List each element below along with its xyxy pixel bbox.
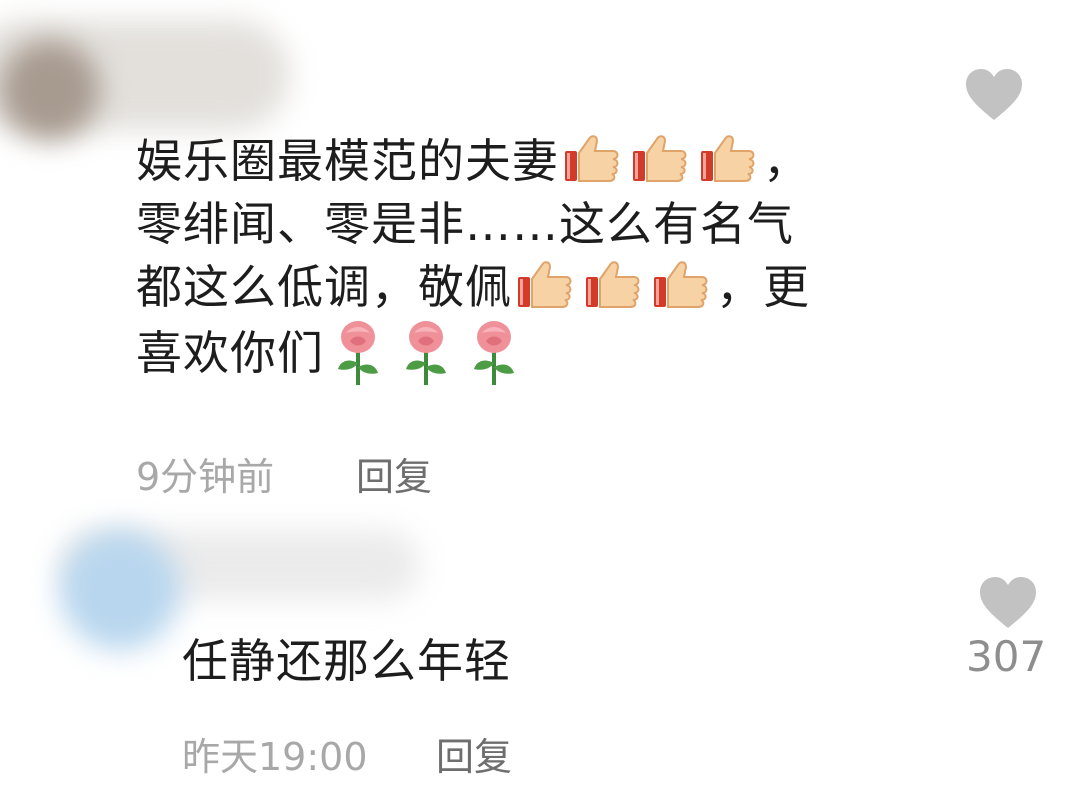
like-count: 307 [966,632,1047,681]
rose-emoji [338,321,378,385]
blurred-avatar[interactable] [0,40,100,140]
rose-emoji [406,321,446,385]
thumbs-up-emoji [586,261,640,308]
blurred-avatar[interactable] [60,530,180,650]
thumbs-up-emoji [565,135,619,182]
reply-button[interactable]: 回复 [356,446,432,501]
comment-timestamp: 昨天19:00 [182,735,368,779]
comment-text: 娱乐圈最模范的夫妻 ， 零绯闻、零是非……这么有名气 都这么低调，敬佩 ，更 喜… [136,130,906,387]
thumbs-up-emoji [701,135,755,182]
comment-text: 任静还那么年轻 [182,634,511,688]
thumbs-up-emoji [654,261,708,308]
reply-button[interactable]: 回复 [436,726,512,781]
rose-emoji [474,321,514,385]
comment-list: 娱乐圈最模范的夫妻 ， 零绯闻、零是非……这么有名气 都这么低调，敬佩 ，更 喜… [0,0,1068,788]
heart-icon[interactable] [978,576,1038,630]
comment-text-part: 娱乐圈最模范的夫妻 [136,134,559,188]
thumbs-up-emoji [633,135,687,182]
comment-timestamp: 9分钟前 [136,455,275,499]
thumbs-up-emoji [518,261,572,308]
heart-icon[interactable] [964,68,1024,122]
